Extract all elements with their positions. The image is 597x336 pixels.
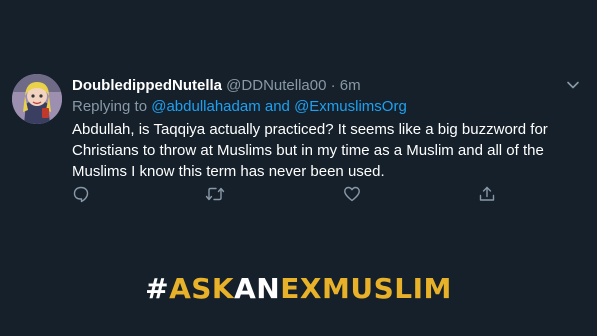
share-icon[interactable] [478,185,498,205]
hashtag-part-ask: ASK [169,272,235,305]
retweet-icon[interactable] [205,185,225,205]
heart-icon[interactable] [343,185,363,205]
tweet-header: DoubledippedNutella @DDNutella00 · 6m [72,76,582,96]
tweet-time[interactable]: 6m [340,77,361,94]
tweet-card[interactable]: DoubledippedNutella @DDNutella00 · 6m Re… [0,0,597,220]
separator-dot: · [330,77,336,94]
hashtag-hash: # [145,272,170,305]
avatar[interactable] [12,74,62,124]
chevron-down-icon[interactable] [564,76,582,94]
avatar-image [12,74,62,124]
replying-prefix: Replying to [72,98,148,115]
hashtag-part-exmuslim: EXMUSLIM [280,272,452,305]
tweet-content: DoubledippedNutella @DDNutella00 · 6m Re… [72,76,582,182]
hashtag-part-an: AN [234,272,281,305]
display-name[interactable]: DoubledippedNutella [72,77,222,94]
replying-to: Replying to @abdullahadam and @Exmuslims… [72,97,582,117]
tweet-text: Abdullah, is Taqqiya actually practiced?… [72,121,548,180]
tweet-actions [72,185,512,205]
reply-icon[interactable] [72,185,92,205]
reply-mention-abdullahadam[interactable]: @abdullahadam [151,98,260,115]
reply-mention-exmuslimsorg[interactable]: @ExmuslimsOrg [294,98,407,115]
user-handle[interactable]: @DDNutella00 [226,77,326,94]
reply-and[interactable]: and [265,98,290,115]
hashtag-banner: #ASKANEXMUSLIM [0,272,597,305]
